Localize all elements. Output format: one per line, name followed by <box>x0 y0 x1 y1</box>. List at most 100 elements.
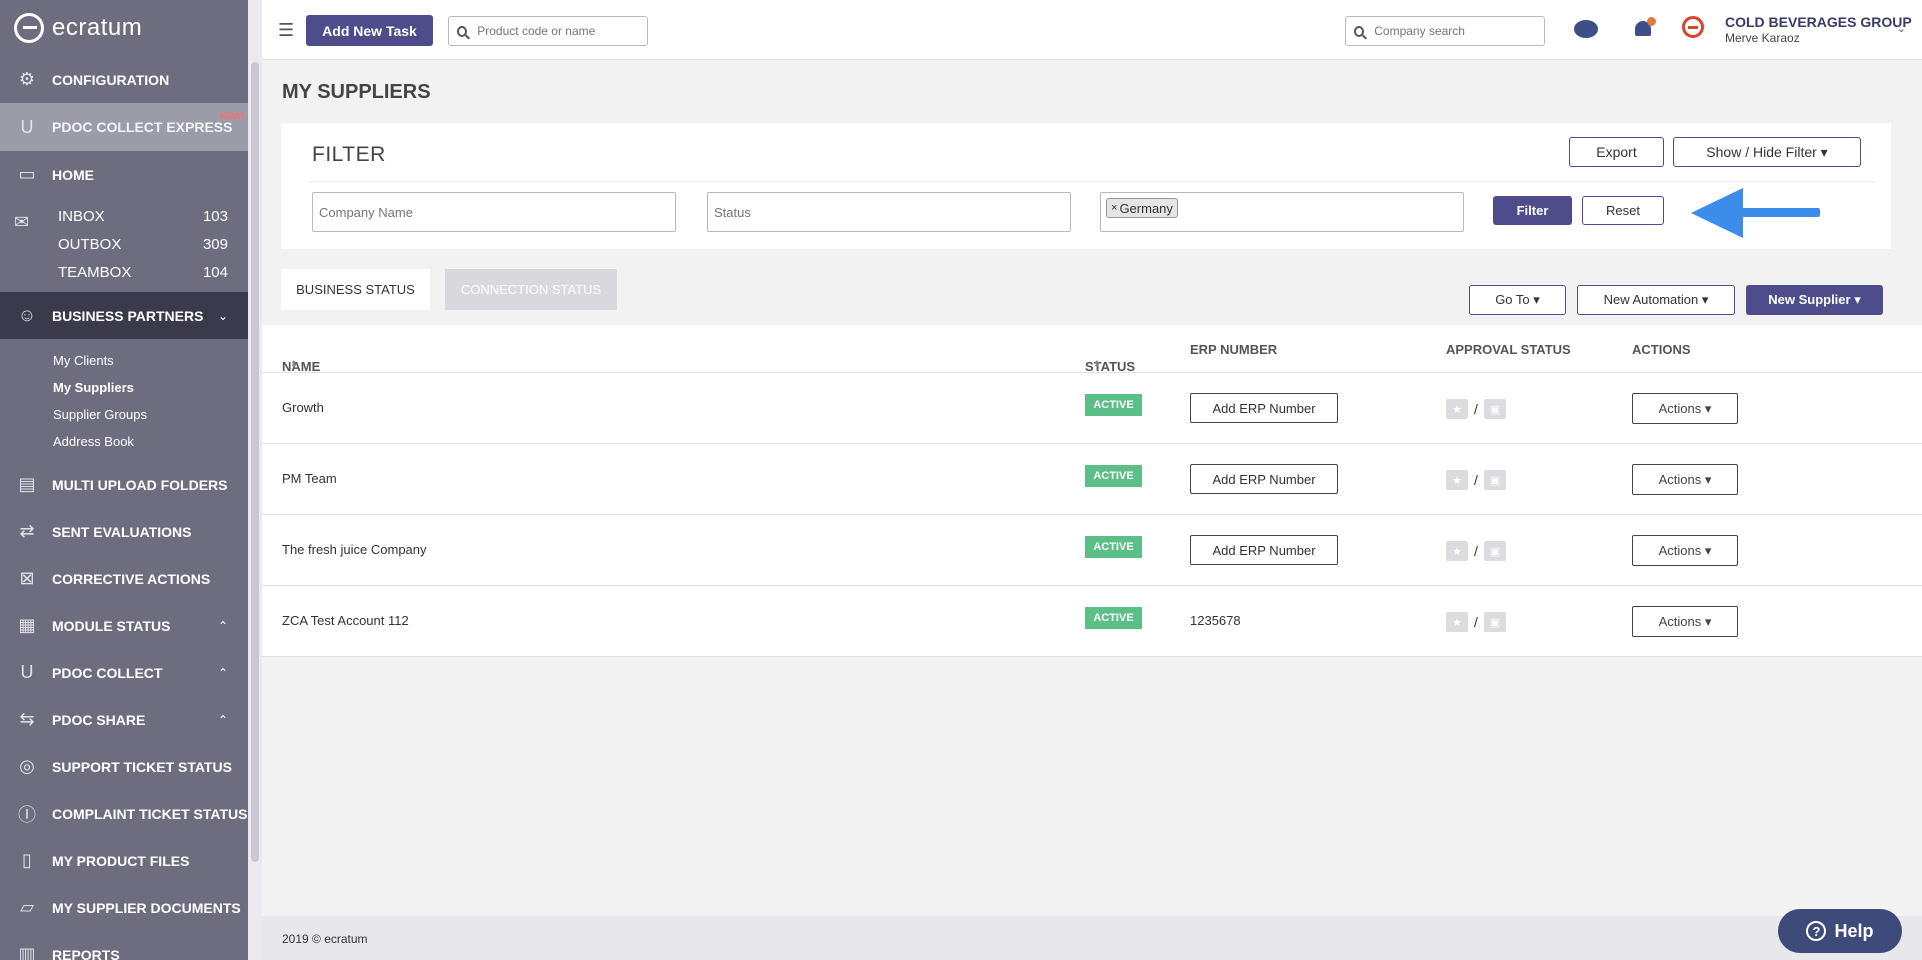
erp-number: 1235678 <box>1190 613 1241 628</box>
filter-button[interactable]: Filter <box>1493 196 1572 225</box>
logo-text: ecratum <box>52 14 143 41</box>
people-icon: ☺ <box>17 305 37 325</box>
menu-toggle-icon[interactable]: ☰ <box>278 20 294 41</box>
actions-dropdown-button[interactable]: Actions ▾ <box>1632 393 1738 424</box>
supplier-name[interactable]: The fresh juice Company <box>282 542 427 557</box>
mail-count: 103 <box>202 207 228 225</box>
supplier-name[interactable]: PM Team <box>282 471 337 486</box>
column-header-approval: APPROVAL STATUS <box>1446 342 1571 357</box>
sidebar-item-pdoc-collect[interactable]: U PDOC COLLECT ⌃ <box>0 649 248 696</box>
mail-count: 104 <box>202 263 228 281</box>
caret-down-icon: ▾ <box>1704 400 1712 416</box>
caret-down-icon: ▾ <box>1704 542 1712 558</box>
chat-icon[interactable] <box>1574 20 1598 38</box>
company-name[interactable]: COLD BEVERAGES GROUP <box>1725 14 1912 30</box>
cart-icon: ▣ <box>1483 399 1506 419</box>
envelope-icon: ✉ <box>14 212 30 232</box>
sidebar-subitem-my-clients[interactable]: My Clients <box>53 347 248 374</box>
show-hide-filter-label: Show / Hide Filter <box>1706 143 1817 160</box>
sidebar-item-support-ticket-status[interactable]: ◎ SUPPORT TICKET STATUS <box>0 743 248 790</box>
tab-business-status[interactable]: BUSINESS STATUS <box>281 269 430 310</box>
caret-down-icon: ▾ <box>1854 292 1861 307</box>
add-erp-number-button[interactable]: Add ERP Number <box>1190 393 1338 423</box>
sidebar-scrollbar[interactable] <box>248 0 262 960</box>
corrective-icon: ⊠ <box>19 568 35 588</box>
tab-connection-status[interactable]: CONNECTION STATUS <box>445 269 617 310</box>
new-supplier-button[interactable]: New Supplier ▾ <box>1746 285 1883 315</box>
reset-button[interactable]: Reset <box>1582 196 1664 225</box>
export-button[interactable]: Export <box>1569 137 1664 167</box>
module-icon: ▦ <box>18 615 36 635</box>
sidebar-item-reports[interactable]: ▥ REPORTS <box>0 931 248 960</box>
supplier-name[interactable]: ZCA Test Account 112 <box>282 613 409 628</box>
add-erp-number-button[interactable]: Add ERP Number <box>1190 535 1338 565</box>
sidebar-item-corrective-actions[interactable]: ⊠ CORRECTIVE ACTIONS <box>0 555 248 602</box>
sidebar-item-multi-upload-folders[interactable]: ▤ MULTI UPLOAD FOLDERS <box>0 461 248 508</box>
caret-down-icon: ▾ <box>1704 471 1712 487</box>
remove-tag-icon[interactable]: × <box>1111 202 1117 214</box>
company-name-input[interactable] <box>313 193 675 231</box>
country-tag-label: Germany <box>1119 200 1173 216</box>
product-search-input[interactable] <box>477 24 647 38</box>
evaluation-icon: ⇄ <box>19 521 35 541</box>
mail-label: TEAMBOX <box>58 263 132 281</box>
supplier-name[interactable]: Growth <box>282 400 324 415</box>
status-badge: ACTIVE <box>1085 536 1142 558</box>
bell-icon[interactable] <box>1634 17 1656 38</box>
status-select[interactable] <box>708 193 1070 231</box>
sidebar-item-label: BUSINESS PARTNERS <box>52 307 204 324</box>
sidebar-item-my-supplier-documents[interactable]: ▱ MY SUPPLIER DOCUMENTS <box>0 884 248 931</box>
go-to-button[interactable]: Go To ▾ <box>1469 285 1566 315</box>
cart-icon: ▣ <box>1483 612 1506 632</box>
actions-label: Actions <box>1658 613 1702 629</box>
actions-label: Actions <box>1658 400 1702 416</box>
logo[interactable]: ecratum <box>0 0 248 56</box>
sidebar-item-my-product-files[interactable]: ▯ MY PRODUCT FILES <box>0 837 248 884</box>
sort-icon[interactable]: ⬍ <box>290 359 298 370</box>
suppliers-table: NAME ⬍ STATUS ⬍ ERP NUMBER APPROVAL STATUS… <box>262 325 1922 657</box>
sidebar-item-pdoc-collect-express[interactable]: U PDOC COLLECT EXPRESS NEW! <box>0 103 248 151</box>
chevron-up-icon: ⌃ <box>217 618 228 633</box>
sidebar-item-home[interactable]: ▭ HOME <box>0 151 248 198</box>
sidebar-item-pdoc-share[interactable]: ⇆ PDOC SHARE ⌃ <box>0 696 248 743</box>
sidebar-item-configuration[interactable]: ⚙ CONFIGURATION <box>0 56 248 103</box>
add-new-task-button[interactable]: Add New Task <box>306 15 433 46</box>
company-search-input[interactable] <box>1374 24 1544 38</box>
approval-separator: / <box>1474 401 1478 417</box>
business-partners-submenu: My Clients My Suppliers Supplier Groups … <box>0 339 248 461</box>
actions-dropdown-button[interactable]: Actions ▾ <box>1632 535 1738 566</box>
magnet-icon: U <box>20 116 34 137</box>
sidebar-subitem-supplier-groups[interactable]: Supplier Groups <box>53 401 248 428</box>
sidebar-item-sent-evaluations[interactable]: ⇄ SENT EVALUATIONS <box>0 508 248 555</box>
sidebar-subitem-address-book[interactable]: Address Book <box>53 428 248 455</box>
chevron-down-icon[interactable]: ⌄ <box>1897 22 1906 35</box>
sidebar-item-complaint-ticket-status[interactable]: ⓘ COMPLAINT TICKET STATUS <box>0 790 248 837</box>
country-field[interactable]: × Germany <box>1100 192 1464 232</box>
sidebar-item-label: SENT EVALUATIONS <box>52 523 192 540</box>
new-automation-label: New Automation <box>1603 292 1699 307</box>
caret-down-icon: ▾ <box>1820 143 1828 160</box>
country-tag[interactable]: × Germany <box>1106 198 1178 218</box>
column-header-erp: ERP NUMBER <box>1190 342 1278 357</box>
help-button[interactable]: ? Help <box>1778 909 1902 953</box>
sidebar-item-business-partners[interactable]: ☺ BUSINESS PARTNERS ⌄ <box>0 292 248 339</box>
caret-down-icon: ▾ <box>1533 292 1540 307</box>
show-hide-filter-button[interactable]: Show / Hide Filter ▾ <box>1673 137 1861 167</box>
sidebar-item-teambox[interactable]: TEAMBOX 104 <box>52 258 248 286</box>
scrollbar-thumb[interactable] <box>251 62 259 862</box>
status-badge: ACTIVE <box>1085 394 1142 416</box>
user-name[interactable]: Merve Karaoz <box>1725 31 1800 45</box>
sidebar-item-outbox[interactable]: OUTBOX 309 <box>52 230 248 258</box>
go-to-label: Go To <box>1495 292 1530 307</box>
sort-icon[interactable]: ⬍ <box>1093 359 1101 370</box>
sidebar-subitem-my-suppliers[interactable]: My Suppliers <box>53 374 248 401</box>
sidebar-item-label: MY SUPPLIER DOCUMENTS <box>52 899 241 916</box>
actions-dropdown-button[interactable]: Actions ▾ <box>1632 464 1738 495</box>
actions-dropdown-button[interactable]: Actions ▾ <box>1632 606 1738 637</box>
footer: 2019 © ecratum <box>262 916 1922 960</box>
sidebar-item-inbox[interactable]: INBOX 103 <box>52 202 248 230</box>
add-erp-number-button[interactable]: Add ERP Number <box>1190 464 1338 494</box>
sidebar-item-module-status[interactable]: ▦ MODULE STATUS ⌃ <box>0 602 248 649</box>
new-automation-button[interactable]: New Automation ▾ <box>1577 285 1735 315</box>
company-name-field <box>312 192 676 232</box>
